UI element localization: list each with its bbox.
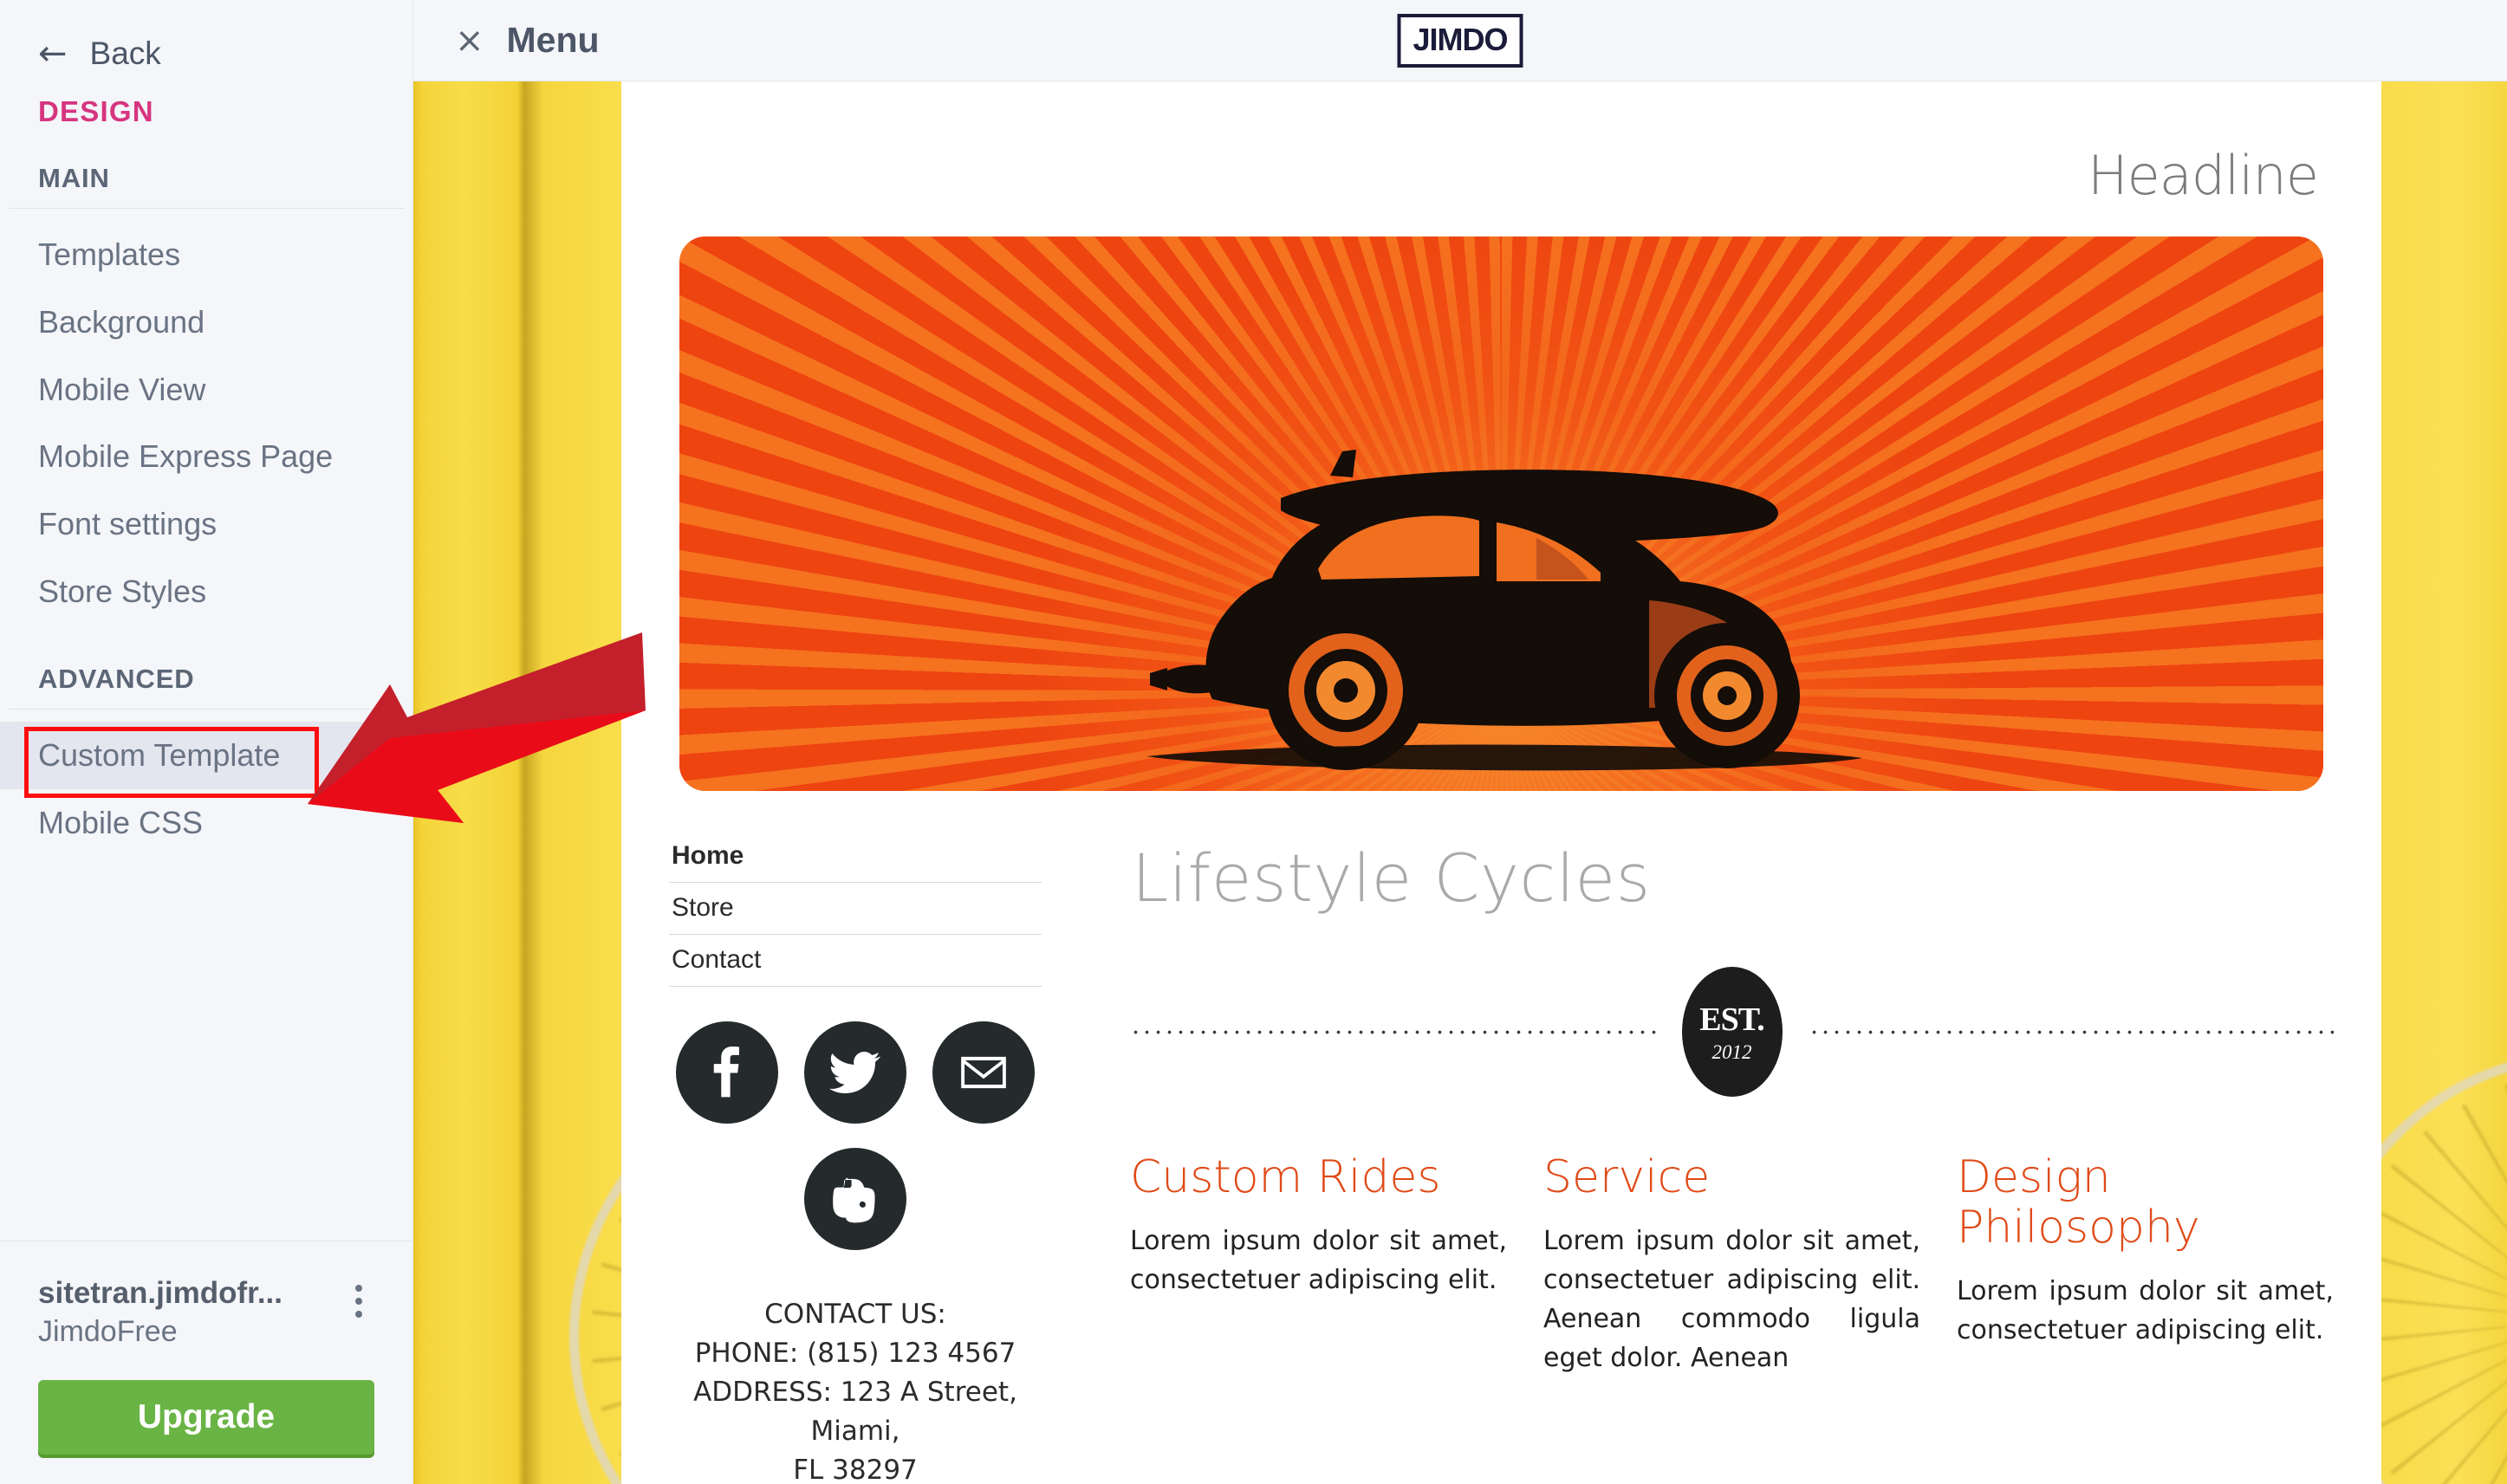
plan-label: JimdoFree [38, 1314, 178, 1348]
twitter-icon[interactable] [804, 1021, 906, 1124]
brand-title: Lifestyle Cycles [1132, 839, 1651, 917]
nav-item-contact[interactable]: Contact [669, 934, 1042, 986]
dotted-line-right [1808, 1028, 2334, 1035]
feature-body-custom-rides: Lorem ipsum dolor sit amet, consectetuer… [1130, 1226, 1507, 1296]
social-icons-row-1 [669, 1021, 1042, 1124]
feature-column-design-philosophy: Design Philosophy Lorem ipsum dolor sit … [1957, 1152, 2334, 1377]
contact-line-2: PHONE: (815) 123 4567 [694, 1337, 1016, 1369]
evernote-icon[interactable] [804, 1148, 906, 1250]
content-lower: Home Store Contact CONTACT US: PHONE: (8… [669, 831, 2334, 1484]
feature-columns: Custom Rides Lorem ipsum dolor sit amet,… [1130, 1152, 2334, 1377]
menu-label: Menu [506, 20, 600, 60]
contact-info: CONTACT US: PHONE: (815) 123 4567 ADDRES… [669, 1295, 1042, 1484]
sidebar-item-font-settings[interactable]: Font settings [0, 490, 412, 558]
est-badge-year: 2012 [1711, 1040, 1752, 1063]
est-badge: EST. 2012 [1681, 967, 1783, 1097]
jimdo-logo: JIMDO [1397, 13, 1523, 68]
site-canvas: Headline Home Store Contact CONTACT US: … [621, 81, 2381, 1484]
email-icon[interactable] [932, 1021, 1035, 1124]
feature-title-custom-rides: Custom Rides [1130, 1151, 1441, 1203]
contact-line-1: CONTACT US: [764, 1299, 946, 1330]
est-badge-top: EST. [1699, 1001, 1765, 1038]
back-label: Back [89, 36, 161, 71]
design-sidebar: ← Back DESIGN MAIN Templates Background … [0, 0, 413, 1484]
sidebar-group-title-main: MAIN [38, 163, 110, 193]
sidebar-item-templates[interactable]: Templates [0, 221, 412, 288]
site-name: sitetran.jimdofr... [38, 1276, 283, 1311]
hero-banner[interactable] [679, 237, 2323, 791]
sidebar-group-title-advanced: ADVANCED [38, 663, 195, 694]
nav-item-store[interactable]: Store [669, 882, 1042, 934]
feature-title-design-philosophy: Design Philosophy [1957, 1151, 2200, 1254]
top-bar: × Menu JIMDO [413, 0, 2507, 81]
menu-toggle-button[interactable]: × Menu [413, 20, 600, 61]
sidebar-item-background[interactable]: Background [0, 288, 412, 356]
back-button[interactable]: ← Back [0, 0, 412, 83]
sidebar-item-mobile-css[interactable]: Mobile CSS [0, 789, 412, 857]
dotted-line-left [1130, 1028, 1656, 1035]
main-column: Lifestyle Cycles EST. 2012 Custom Rides … [1076, 831, 2334, 1484]
contact-line-3: ADDRESS: 123 A Street, Miami, [693, 1376, 1017, 1447]
sidebar-item-store-styles[interactable]: Store Styles [0, 558, 412, 625]
feature-body-design-philosophy: Lorem ipsum dolor sit amet, consectetuer… [1957, 1276, 2334, 1346]
sidebar-item-custom-template[interactable]: Custom Template [0, 721, 412, 798]
feature-column-custom-rides: Custom Rides Lorem ipsum dolor sit amet,… [1130, 1152, 1507, 1377]
sidebar-column: Home Store Contact CONTACT US: PHONE: (8… [669, 831, 1076, 1484]
sidebar-footer: sitetran.jimdofr... JimdoFree Upgrade [0, 1241, 412, 1484]
vw-beetle-surfboard-illustration [1129, 368, 1874, 775]
facebook-icon[interactable] [676, 1021, 778, 1124]
site-preview: Headline Home Store Contact CONTACT US: … [413, 81, 2507, 1484]
sidebar-group-advanced: Custom Template Mobile CSS [0, 710, 412, 857]
upgrade-button[interactable]: Upgrade [38, 1380, 374, 1455]
preview-pane: × Menu JIMDO Headline Home Store Contact… [413, 0, 2507, 1484]
nav-item-home[interactable]: Home [669, 831, 1042, 882]
app-root: ← Back DESIGN MAIN Templates Background … [0, 0, 2507, 1484]
headline-text: Headline [2087, 144, 2319, 207]
jimdo-logo-text: JIMDO [1413, 21, 1508, 57]
site-nav: Home Store Contact [669, 831, 1042, 987]
est-divider: EST. 2012 [1130, 967, 2334, 1097]
feature-title-service: Service [1543, 1151, 1711, 1203]
close-icon: × [455, 20, 484, 61]
sidebar-item-mobile-view[interactable]: Mobile View [0, 356, 412, 424]
sidebar-item-mobile-express-page[interactable]: Mobile Express Page [0, 423, 412, 490]
social-icons-row-2 [669, 1148, 1042, 1250]
sidebar-group-main: Templates Background Mobile View Mobile … [0, 209, 412, 625]
back-arrow-icon: ← [38, 34, 68, 74]
feature-body-service: Lorem ipsum dolor sit amet, consectetuer… [1543, 1226, 1920, 1374]
page-title: DESIGN [38, 95, 154, 127]
feature-column-service: Service Lorem ipsum dolor sit amet, cons… [1543, 1152, 1920, 1377]
more-options-icon[interactable] [355, 1274, 362, 1319]
contact-line-4: FL 38297 [793, 1454, 918, 1484]
